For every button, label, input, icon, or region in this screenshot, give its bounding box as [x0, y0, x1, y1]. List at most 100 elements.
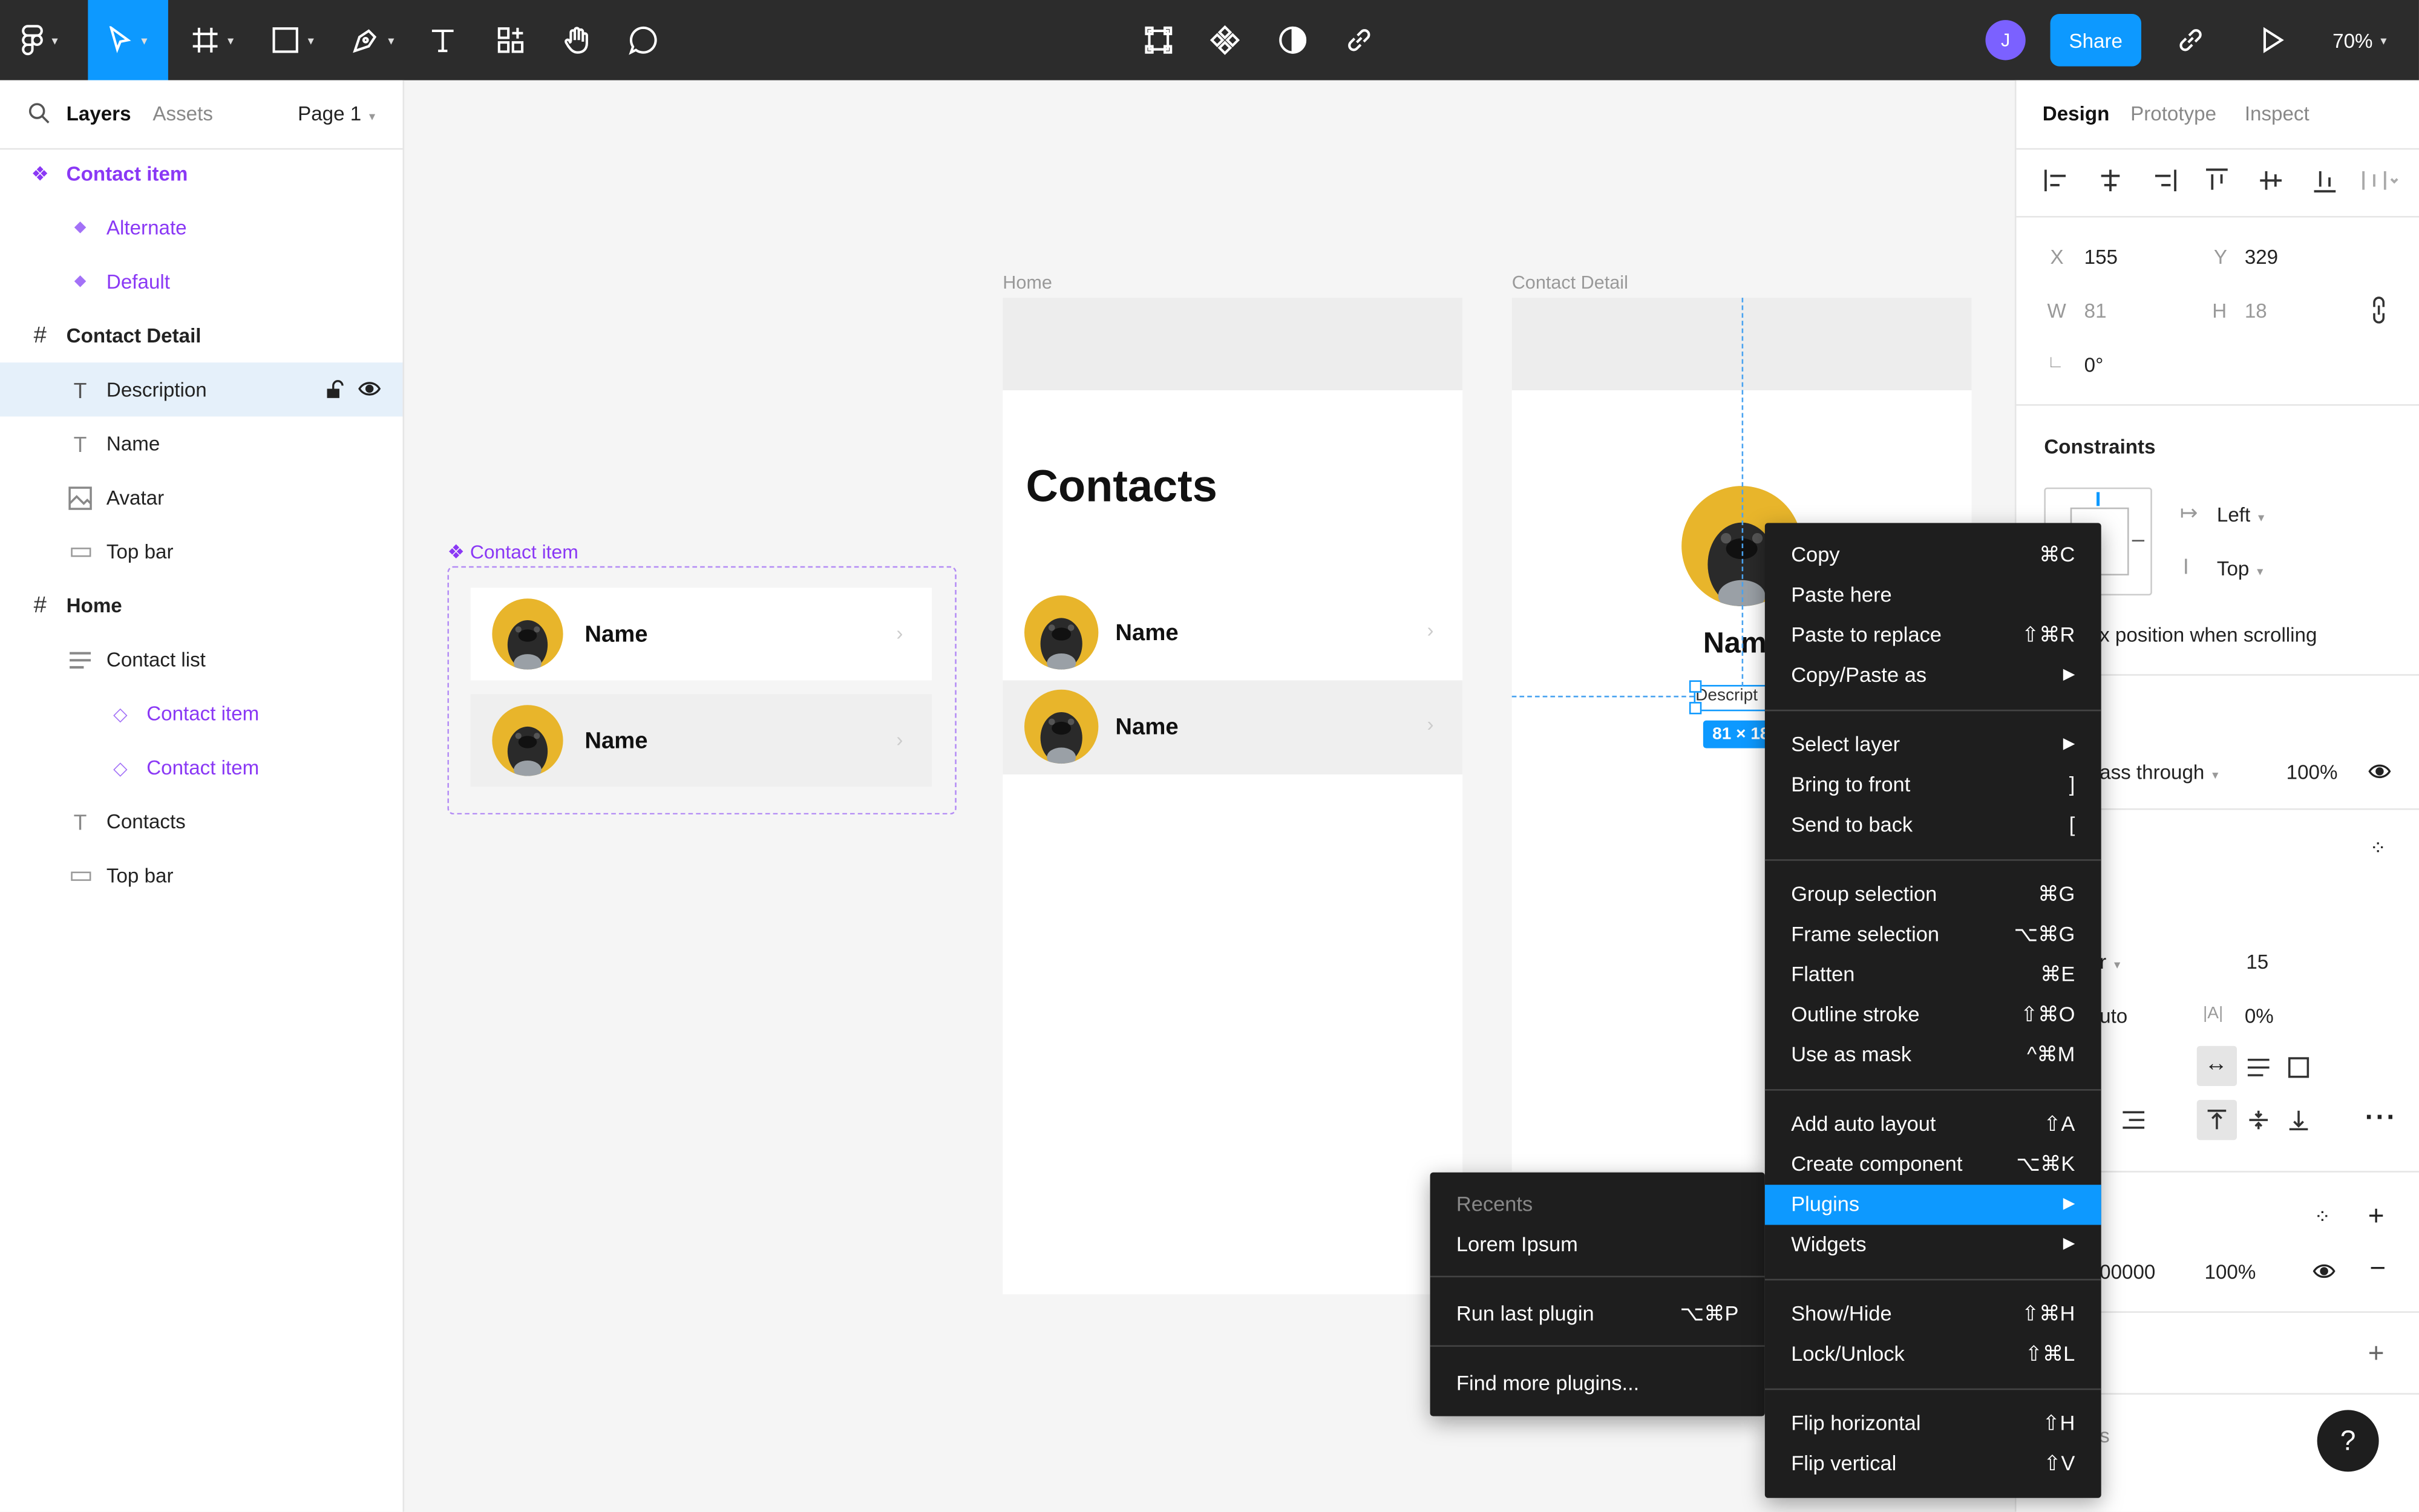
constraint-top-line[interactable] — [2097, 492, 2100, 506]
fill-hex-input[interactable]: 00000 — [2100, 1260, 2155, 1283]
vertical-align-middle-icon[interactable] — [2248, 1109, 2270, 1131]
layer-contact-item-instance[interactable]: ◇ Contact item — [0, 687, 402, 741]
edit-object-button[interactable] — [1136, 0, 1182, 80]
hand-tool-button[interactable] — [554, 0, 600, 80]
distribute-icon[interactable] — [2362, 168, 2399, 193]
font-size-input[interactable]: 15 — [2246, 951, 2268, 974]
fixed-size-icon[interactable] — [2288, 1057, 2309, 1079]
frame-tool-button[interactable]: ▾ — [177, 0, 248, 80]
vertical-align-bottom-icon[interactable] — [2288, 1109, 2309, 1131]
present-button[interactable] — [2249, 0, 2295, 80]
add-fill-icon[interactable]: + — [2368, 1200, 2385, 1233]
resize-handle[interactable] — [1689, 702, 1702, 715]
unlock-icon[interactable] — [326, 379, 344, 399]
menu-item-run-last-plugin[interactable]: Run last plugin ⌥⌘P — [1430, 1294, 1765, 1334]
eye-icon[interactable] — [2368, 762, 2391, 781]
mask-button[interactable] — [1269, 0, 1315, 80]
fix-position-label[interactable]: x position when scrolling — [2100, 623, 2317, 646]
layer-opacity-input[interactable]: 100% — [2286, 761, 2338, 784]
layer-contact-item-component[interactable]: ❖ Contact item — [0, 146, 402, 200]
create-component-button[interactable] — [1202, 0, 1248, 80]
horizontal-constraint-dropdown[interactable]: Left ▾ — [2217, 503, 2264, 526]
align-vertical-center-icon[interactable] — [2259, 168, 2283, 193]
link-button[interactable] — [1336, 0, 1382, 80]
blend-mode-dropdown[interactable]: ass through ▾ — [2100, 761, 2218, 784]
constraint-right-line[interactable] — [2132, 540, 2145, 542]
x-input[interactable]: 155 — [2084, 245, 2118, 268]
layer-contact-item-instance[interactable]: ◇ Contact item — [0, 741, 402, 794]
menu-item-copy-paste-as[interactable]: Copy/Paste as ▶ — [1765, 656, 2101, 696]
align-left-icon[interactable] — [2044, 168, 2069, 193]
menu-item-find-more-plugins[interactable]: Find more plugins... — [1430, 1364, 1765, 1404]
menu-item-lorem-ipsum[interactable]: Lorem Ipsum — [1430, 1225, 1765, 1265]
move-tool-button[interactable]: ▾ — [88, 0, 168, 80]
vertical-constraint-dropdown[interactable]: Top ▾ — [2217, 557, 2263, 580]
layer-default[interactable]: ◆ Default — [0, 255, 402, 309]
text-styles-icon[interactable]: ⁘ — [2369, 836, 2388, 861]
menu-item-flatten[interactable]: Flatten ⌘E — [1765, 955, 2101, 995]
remove-fill-icon[interactable]: − — [2369, 1252, 2386, 1285]
align-right-icon[interactable] — [2152, 168, 2177, 193]
add-stroke-icon[interactable]: + — [2368, 1338, 2385, 1370]
menu-item-show-hide[interactable]: Show/Hide ⇧⌘H — [1765, 1294, 2101, 1334]
h-input[interactable]: 18 — [2245, 299, 2267, 322]
tab-prototype[interactable]: Prototype — [2130, 102, 2216, 125]
tab-layers[interactable]: Layers — [67, 102, 131, 125]
menu-item-send-to-back[interactable]: Send to back [ — [1765, 805, 2101, 845]
layer-avatar[interactable]: Avatar — [0, 471, 402, 525]
w-input[interactable]: 81 — [2084, 299, 2107, 322]
zoom-dropdown[interactable]: 70% ▾ — [2332, 0, 2386, 80]
layer-top-bar[interactable]: Top bar — [0, 525, 402, 578]
layer-name[interactable]: T Name — [0, 416, 402, 470]
layer-contact-list[interactable]: Contact list — [0, 632, 402, 686]
shape-tool-button[interactable]: ▾ — [258, 0, 329, 80]
user-avatar[interactable]: J — [1985, 20, 2026, 61]
layer-home[interactable]: # Home — [0, 578, 402, 632]
component-set-frame[interactable]: Name › Name › — [447, 566, 957, 815]
y-input[interactable]: 329 — [2245, 245, 2278, 268]
rotation-input[interactable]: 0° — [2084, 353, 2104, 376]
menu-item-flip-vertical[interactable]: Flip vertical ⇧V — [1765, 1444, 2101, 1484]
copy-link-button[interactable] — [2167, 0, 2213, 80]
resize-handle[interactable] — [1689, 680, 1702, 693]
contact-item-variant-alternate[interactable]: Name › — [470, 694, 932, 787]
frame-home[interactable]: Contacts Name › Name › — [1003, 298, 1463, 1295]
more-options-icon[interactable]: ··· — [2365, 1101, 2398, 1134]
share-button[interactable]: Share — [2050, 13, 2141, 67]
align-text-right-icon[interactable] — [2121, 1109, 2146, 1131]
page-selector[interactable]: Page 1 ▾ — [298, 102, 375, 125]
eye-icon[interactable] — [358, 379, 381, 398]
menu-item-add-auto-layout[interactable]: Add auto layout ⇧A — [1765, 1105, 2101, 1145]
frame-label-contact-detail[interactable]: Contact Detail — [1512, 272, 1628, 293]
text-tool-button[interactable] — [420, 0, 466, 80]
align-top-icon[interactable] — [2205, 168, 2230, 193]
layer-top-bar[interactable]: Top bar — [0, 848, 402, 902]
eye-icon[interactable] — [2313, 1262, 2336, 1281]
layer-contact-detail[interactable]: # Contact Detail — [0, 309, 402, 362]
layer-alternate[interactable]: ◆ Alternate — [0, 200, 402, 254]
fill-opacity-input[interactable]: 100% — [2205, 1260, 2256, 1283]
menu-item-lock-unlock[interactable]: Lock/Unlock ⇧⌘L — [1765, 1334, 2101, 1374]
line-height-input[interactable]: uto — [2100, 1004, 2127, 1027]
contact-list-item[interactable]: Name › — [1003, 680, 1463, 774]
search-icon[interactable] — [28, 102, 51, 125]
tab-assets[interactable]: Assets — [152, 102, 212, 125]
comment-tool-button[interactable] — [620, 0, 666, 80]
menu-item-paste-here[interactable]: Paste here — [1765, 575, 2101, 615]
constrain-proportions-icon[interactable] — [2371, 296, 2386, 324]
menu-item-outline-stroke[interactable]: Outline stroke ⇧⌘O — [1765, 995, 2101, 1035]
help-button[interactable]: ? — [2317, 1410, 2379, 1472]
menu-item-create-component[interactable]: Create component ⌥⌘K — [1765, 1145, 2101, 1185]
menu-item-widgets[interactable]: Widgets ▶ — [1765, 1225, 2101, 1265]
layer-description[interactable]: T Description — [0, 362, 403, 417]
contact-list-item[interactable]: Name › — [1003, 584, 1463, 681]
tab-design[interactable]: Design — [2043, 102, 2110, 125]
resources-button[interactable] — [488, 0, 534, 80]
style-picker-icon[interactable]: ⁘ — [2314, 1205, 2331, 1229]
contact-item-variant-default[interactable]: Name › — [470, 587, 932, 681]
menu-item-bring-to-front[interactable]: Bring to front] — [1765, 765, 2101, 805]
menu-item-plugins[interactable]: Plugins ▶ — [1764, 1185, 2101, 1225]
menu-item-flip-horizontal[interactable]: Flip horizontal ⇧H — [1765, 1404, 2101, 1444]
align-horizontal-center-icon[interactable] — [2098, 168, 2123, 193]
menu-item-select-layer[interactable]: Select layer ▶ — [1765, 725, 2101, 765]
